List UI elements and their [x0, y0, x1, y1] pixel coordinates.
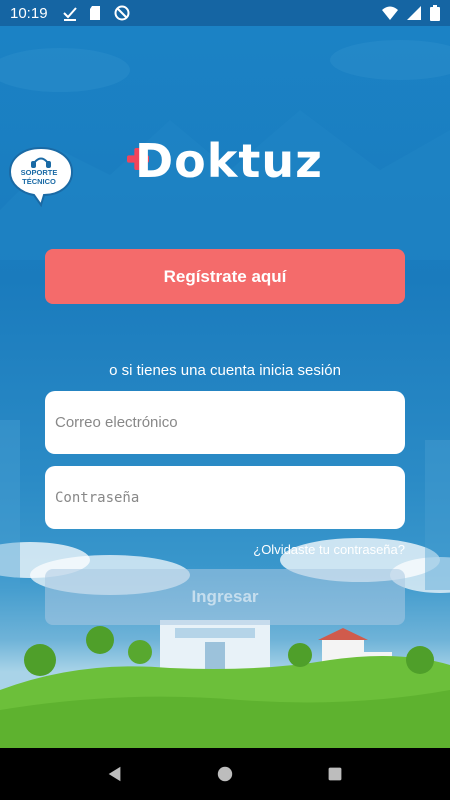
forgot-password-link[interactable]: ¿Olvidaste tu contraseña?	[253, 542, 405, 557]
login-screen: 10:19 SOPORTE TÉCNICO Doktuz Regístrate …	[0, 0, 450, 800]
check-download-icon	[62, 7, 77, 21]
home-button[interactable]	[205, 754, 245, 794]
login-button[interactable]: Ingresar	[45, 569, 405, 625]
sd-card-icon	[89, 6, 100, 20]
wifi-icon	[382, 6, 398, 20]
recents-button[interactable]	[315, 754, 355, 794]
status-bar: 10:19	[0, 0, 450, 26]
status-time: 10:19	[10, 4, 48, 22]
support-label[interactable]: SOPORTE TÉCNICO	[8, 168, 70, 186]
support-line-1: SOPORTE	[20, 168, 58, 177]
app-logo: Doktuz	[127, 135, 327, 187]
email-field[interactable]	[45, 391, 405, 454]
home-icon	[217, 766, 233, 782]
support-line-2: TÉCNICO	[22, 177, 56, 186]
back-button[interactable]	[95, 754, 135, 794]
recents-icon	[328, 767, 342, 781]
logo-text: Doktuz	[135, 134, 323, 188]
login-prompt: o si tienes una cuenta inicia sesión	[109, 362, 341, 379]
battery-icon	[430, 5, 440, 21]
dnd-icon	[114, 5, 130, 21]
system-nav-bar	[0, 748, 450, 800]
register-button[interactable]: Regístrate aquí	[45, 249, 405, 304]
back-icon	[108, 766, 121, 782]
password-field[interactable]	[45, 466, 405, 529]
signal-icon	[407, 6, 421, 20]
